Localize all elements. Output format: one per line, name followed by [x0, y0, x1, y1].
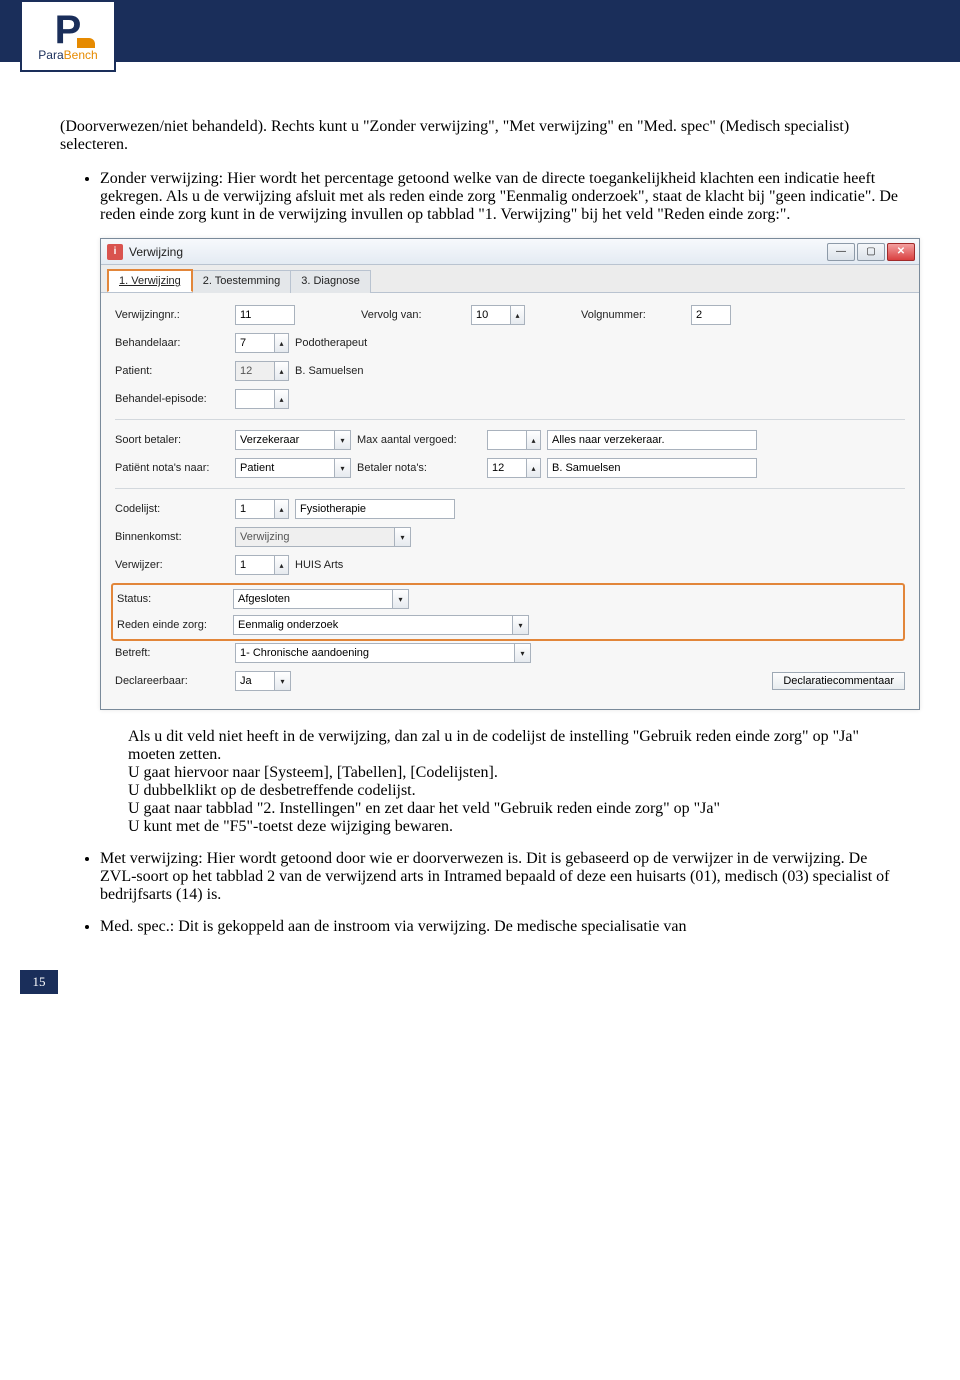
tab-diagnose[interactable]: 3. Diagnose [290, 270, 371, 293]
label-soort-betaler: Soort betaler: [115, 434, 235, 446]
label-patient: Patient: [115, 365, 235, 377]
input-patient-nota[interactable] [235, 458, 335, 478]
verwijzing-window: Verwijzing — ▢ ✕ 1. Verwijzing 2. Toeste… [100, 238, 920, 710]
label-codelijst: Codelijst: [115, 503, 235, 515]
page-number: 15 [20, 970, 58, 994]
label-betaler-nota: Betaler nota's: [357, 462, 487, 474]
line-4: U gaat naar tabblad "2. Instellingen" en… [128, 800, 900, 818]
input-codelijst[interactable] [235, 499, 275, 519]
label-max-vergoed: Max aantal vergoed: [357, 434, 487, 446]
line-1: Als u dit veld niet heeft in de verwijzi… [128, 728, 900, 764]
input-status[interactable] [233, 589, 393, 609]
label-patient-nota: Patiënt nota's naar: [115, 462, 235, 474]
page-header: P ParaBench [0, 0, 960, 62]
spinner-icon[interactable]: ▴ [275, 333, 289, 353]
after-screenshot-block: Als u dit veld niet heeft in de verwijzi… [128, 728, 900, 836]
label-betreft: Betreft: [115, 647, 235, 659]
label-behandelaar: Behandelaar: [115, 337, 235, 349]
dropdown-icon[interactable]: ▾ [275, 671, 291, 691]
dropdown-icon[interactable]: ▾ [335, 430, 351, 450]
input-codelijst-naam[interactable] [295, 499, 455, 519]
window-titlebar: Verwijzing — ▢ ✕ [101, 239, 919, 265]
separator [115, 419, 905, 420]
input-behandelaar[interactable] [235, 333, 275, 353]
label-volgnummer: Volgnummer: [581, 309, 691, 321]
bullet-list-1: Zonder verwijzing: Hier wordt het percen… [60, 170, 900, 224]
highlight-status-reden: Status: ▾ Reden einde zorg: ▾ [111, 583, 905, 641]
tab-toestemming[interactable]: 2. Toestemming [192, 270, 291, 293]
input-betaler-nota-naam[interactable] [547, 458, 757, 478]
bullet-med-spec: Med. spec.: Dit is gekoppeld aan de inst… [100, 918, 900, 936]
input-verwijzingnr[interactable] [235, 305, 295, 325]
page-content: (Doorverwezen/niet behandeld). Rechts ku… [0, 62, 960, 970]
input-betreft[interactable] [235, 643, 515, 663]
spinner-icon[interactable]: ▴ [275, 499, 289, 519]
input-reden-einde[interactable] [233, 615, 513, 635]
dropdown-icon[interactable]: ▾ [335, 458, 351, 478]
logo-accent-icon [77, 38, 95, 48]
text-behandelaar-naam: Podotherapeut [295, 337, 367, 349]
label-behandel-episode: Behandel-episode: [115, 393, 235, 405]
label-verwijzingnr: Verwijzingnr.: [115, 309, 235, 321]
line-3: U dubbelklikt op de desbetreffende codel… [128, 782, 900, 800]
minimize-button[interactable]: — [827, 243, 855, 261]
input-binnenkomst[interactable] [235, 527, 395, 547]
maximize-button[interactable]: ▢ [857, 243, 885, 261]
label-binnenkomst: Binnenkomst: [115, 531, 235, 543]
input-betaler-nota-num[interactable] [487, 458, 527, 478]
line-5: U kunt met de "F5"-toetst deze wijziging… [128, 818, 900, 836]
spinner-icon[interactable]: ▴ [275, 555, 289, 575]
tab-bar: 1. Verwijzing 2. Toestemming 3. Diagnose [101, 265, 919, 293]
input-declareerbaar[interactable] [235, 671, 275, 691]
input-soort-betaler[interactable] [235, 430, 335, 450]
logo: P ParaBench [20, 0, 116, 72]
window-title: Verwijzing [129, 245, 183, 259]
embedded-screenshot: Verwijzing — ▢ ✕ 1. Verwijzing 2. Toeste… [100, 238, 900, 710]
bullet-zonder-verwijzing: Zonder verwijzing: Hier wordt het percen… [100, 170, 900, 224]
input-vervolg-van[interactable] [471, 305, 511, 325]
spinner-icon[interactable]: ▴ [275, 361, 289, 381]
dropdown-icon[interactable]: ▾ [513, 615, 529, 635]
close-button[interactable]: ✕ [887, 243, 915, 261]
app-icon [107, 244, 123, 260]
dropdown-icon[interactable]: ▾ [393, 589, 409, 609]
separator [115, 488, 905, 489]
spinner-icon[interactable]: ▴ [527, 430, 541, 450]
bullet-met-verwijzing: Met verwijzing: Hier wordt getoond door … [100, 850, 900, 904]
input-patient[interactable] [235, 361, 275, 381]
label-declareerbaar: Declareerbaar: [115, 675, 235, 687]
dropdown-icon[interactable]: ▾ [395, 527, 411, 547]
dropdown-icon[interactable]: ▾ [515, 643, 531, 663]
intro-text: (Doorverwezen/niet behandeld). Rechts ku… [60, 118, 900, 154]
bullet-list-2: Met verwijzing: Hier wordt getoond door … [60, 850, 900, 936]
tab-3-label: 3. Diagnose [301, 275, 360, 287]
input-behandel-episode[interactable] [235, 389, 275, 409]
label-reden-einde: Reden einde zorg: [113, 619, 233, 631]
spinner-icon[interactable]: ▴ [275, 389, 289, 409]
spinner-icon[interactable]: ▴ [511, 305, 525, 325]
tab-verwijzing[interactable]: 1. Verwijzing [107, 269, 193, 292]
tab-2-label: 2. Toestemming [203, 275, 280, 287]
input-verwijzer[interactable] [235, 555, 275, 575]
label-status: Status: [113, 593, 233, 605]
text-patient-naam: B. Samuelsen [295, 365, 363, 377]
label-verwijzer: Verwijzer: [115, 559, 235, 571]
form-body: Verwijzingnr.: Vervolg van: ▴ Volgnummer… [101, 293, 919, 709]
tab-1-label: 1. Verwijzing [119, 275, 181, 287]
line-2: U gaat hiervoor naar [Systeem], [Tabelle… [128, 764, 900, 782]
button-declaratiecommentaar[interactable]: Declaratiecommentaar [772, 672, 905, 690]
spinner-icon[interactable]: ▴ [527, 458, 541, 478]
label-vervolg-van: Vervolg van: [361, 309, 471, 321]
logo-letter: P [55, 10, 82, 50]
input-volgnummer[interactable] [691, 305, 731, 325]
input-max-vergoed[interactable] [487, 430, 527, 450]
text-verwijzer-naam: HUIS Arts [295, 559, 343, 571]
input-alles-verzekeraar[interactable] [547, 430, 757, 450]
